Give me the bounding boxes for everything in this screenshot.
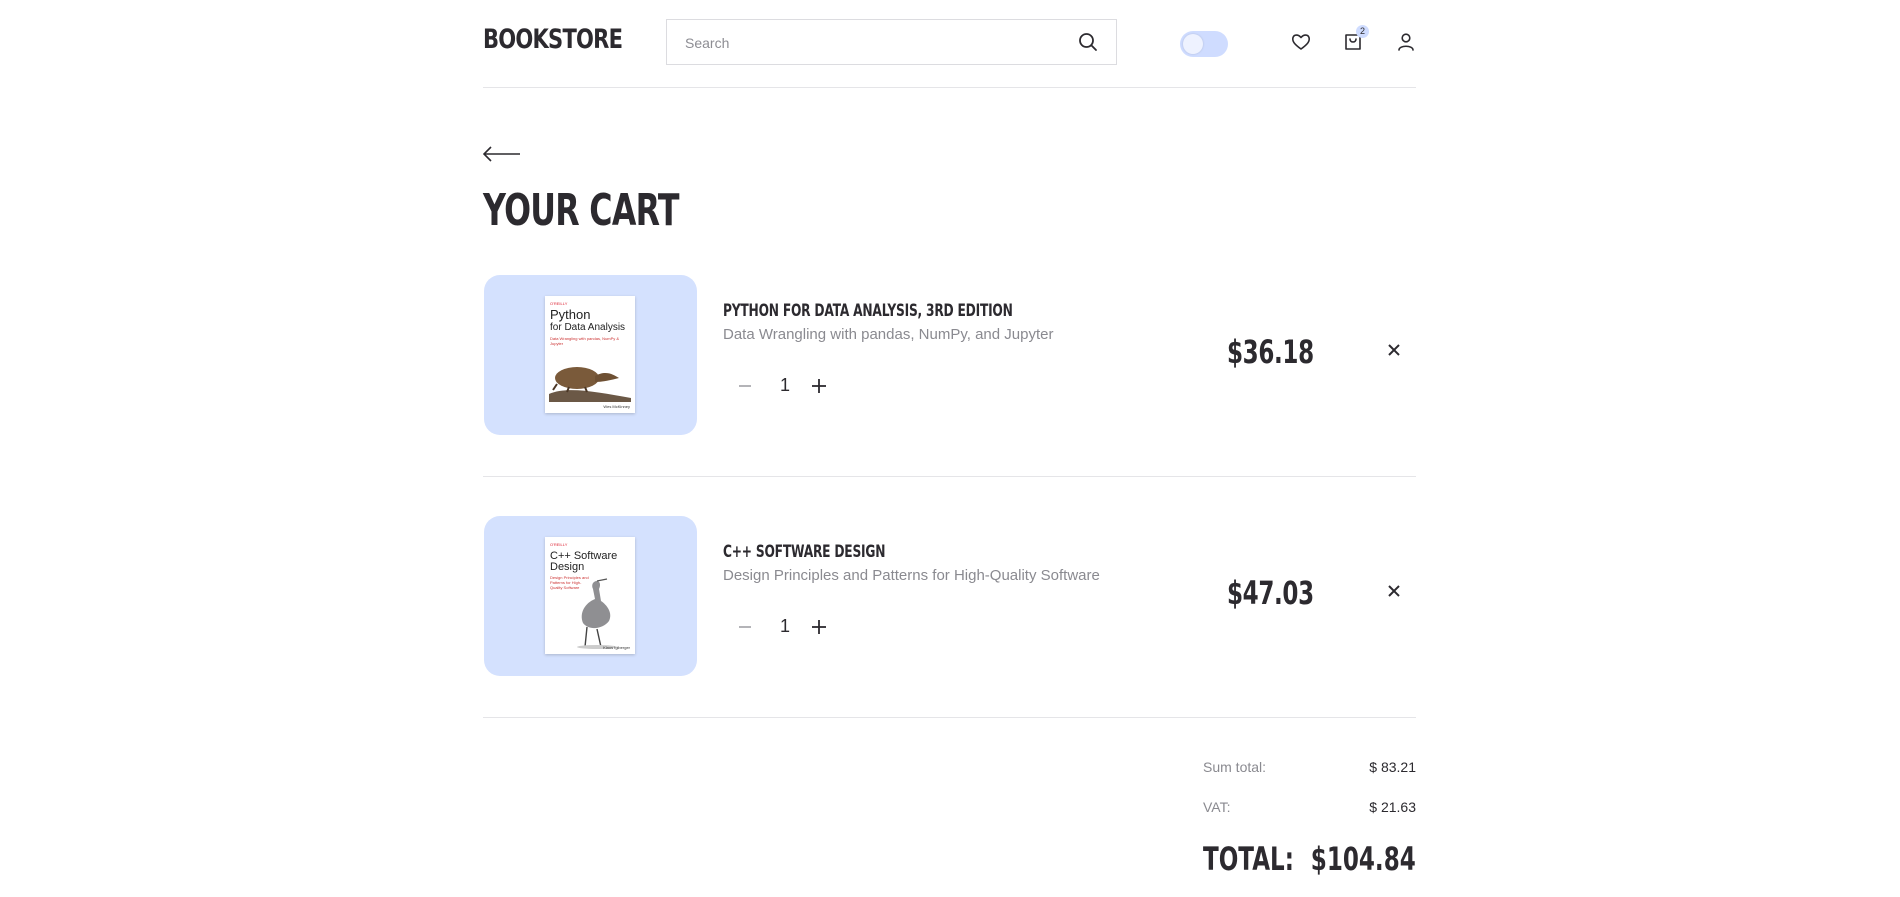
heart-icon[interactable] — [1290, 31, 1312, 53]
cart-count-badge: 2 — [1356, 25, 1369, 38]
remove-item-icon[interactable] — [1387, 584, 1401, 598]
vat-label: VAT: — [1203, 799, 1231, 815]
total-value: $104.84 — [1311, 840, 1416, 878]
sum-total-value: $ 83.21 — [1369, 759, 1416, 775]
cart-item: O'REILLY C++ Software Design Design Prin… — [483, 516, 1416, 718]
product-thumbnail[interactable]: O'REILLY C++ Software Design Design Prin… — [484, 516, 697, 676]
cart-item: O'REILLY Python for Data Analysis Data W… — [483, 275, 1416, 477]
item-price: $47.03 — [1227, 574, 1314, 612]
vat-value: $ 21.63 — [1369, 799, 1416, 815]
book-cover-image: O'REILLY Python for Data Analysis Data W… — [545, 296, 635, 413]
page-title: YOUR CART — [483, 185, 679, 236]
item-subtitle: Data Wrangling with pandas, NumPy, and J… — [723, 326, 1054, 343]
quantity-value: 1 — [779, 375, 790, 395]
page: BOOKSTORE 2 YOUR CART — [483, 0, 1416, 897]
total-label: TOTAL: — [1203, 840, 1294, 878]
remove-item-icon[interactable] — [1387, 343, 1401, 357]
cover-author: Klaus Iglberger — [603, 645, 630, 650]
cover-title: Python — [550, 307, 591, 322]
cover-publisher: O'REILLY — [550, 542, 568, 547]
cover-publisher: O'REILLY — [550, 301, 568, 306]
toggle-knob — [1183, 34, 1203, 54]
minus-icon[interactable] — [738, 379, 752, 393]
item-subtitle: Design Principles and Patterns for High-… — [723, 567, 1100, 584]
product-thumbnail[interactable]: O'REILLY Python for Data Analysis Data W… — [484, 275, 697, 435]
header: BOOKSTORE 2 — [483, 0, 1416, 88]
logo[interactable]: BOOKSTORE — [483, 24, 623, 55]
book-cover-image: O'REILLY C++ Software Design Design Prin… — [545, 537, 635, 654]
theme-toggle[interactable] — [1180, 31, 1228, 57]
item-price: $36.18 — [1227, 333, 1314, 371]
plus-icon[interactable] — [811, 619, 827, 635]
back-arrow-icon[interactable] — [483, 144, 521, 164]
quantity-value: 1 — [779, 616, 790, 636]
sum-total-label: Sum total: — [1203, 759, 1267, 775]
cover-tagline: Data Wrangling with pandas, NumPy & Jupy… — [550, 336, 620, 346]
search-box[interactable] — [666, 19, 1117, 66]
cover-author: Wes McKinney — [603, 404, 630, 409]
cover-animal-illustration — [549, 367, 631, 402]
cover-title-line2: Design — [550, 561, 585, 573]
minus-icon[interactable] — [738, 620, 752, 634]
plus-icon[interactable] — [811, 378, 827, 394]
item-title[interactable]: PYTHON FOR DATA ANALYSIS, 3RD EDITION — [723, 301, 1013, 321]
item-title[interactable]: C++ SOFTWARE DESIGN — [723, 542, 885, 562]
cover-title-line2: for Data Analysis — [550, 322, 626, 333]
search-input[interactable] — [683, 20, 1067, 66]
search-icon[interactable] — [1078, 32, 1098, 52]
user-icon[interactable] — [1395, 31, 1417, 53]
cover-bird-illustration — [577, 578, 617, 649]
